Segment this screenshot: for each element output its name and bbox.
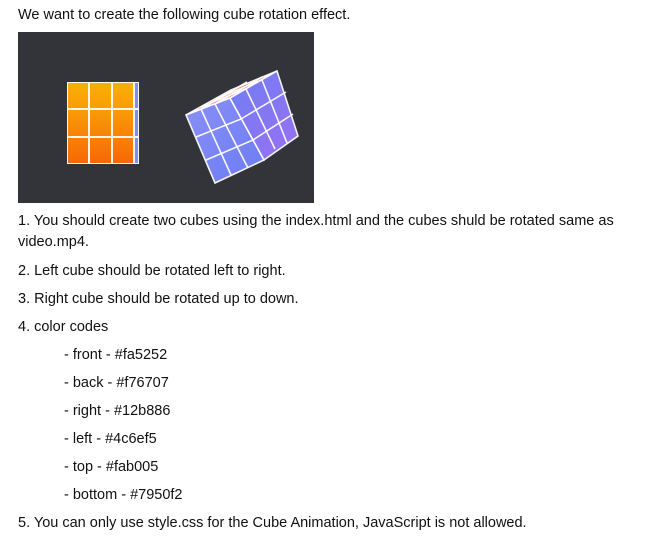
step-1: 1. You should create two cubes using the… [18,213,614,250]
color-code-top: - top - #fab005 [64,459,159,475]
color-code-bottom: - bottom - #7950f2 [64,487,183,503]
right-cube [184,69,299,185]
color-code-back: - back - #f76707 [64,375,169,391]
step-5: 5. You can only use style.css for the Cu… [18,515,527,531]
step-3: 3. Right cube should be rotated up to do… [18,291,299,307]
color-code-right: - right - #12b886 [64,403,171,419]
cube-animation-preview [18,32,314,203]
color-code-left: - left - #4c6ef5 [64,431,157,447]
color-code-front: - front - #fa5252 [64,347,168,363]
step-2: 2. Left cube should be rotated left to r… [18,263,286,279]
intro-text: We want to create the following cube rot… [18,7,351,23]
step-4: 4. color codes [18,319,109,335]
